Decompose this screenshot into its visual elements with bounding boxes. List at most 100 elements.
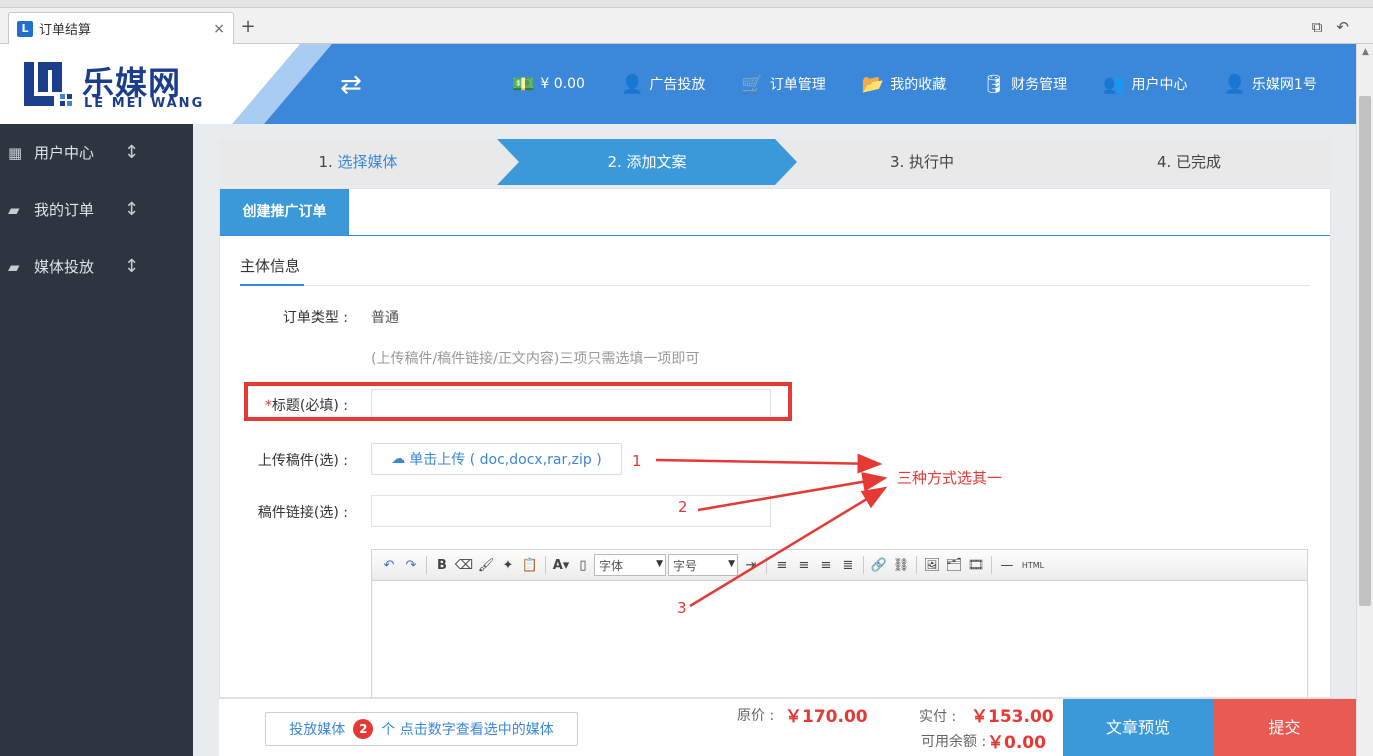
redo-icon[interactable]: ↷ — [400, 558, 422, 573]
hint-text: (上传稿件/稿件链接/正文内容)三项只需选填一项即可 — [371, 351, 700, 367]
browser-tab[interactable]: L 订单结算 × — [8, 12, 234, 44]
restore-tabs-icon[interactable]: ⧉ — [1312, 18, 1323, 36]
book-icon: ▰ — [8, 200, 20, 219]
format-brush-icon[interactable]: 🖌 — [475, 558, 497, 573]
actual-price-value: ￥153.00 — [971, 707, 1054, 727]
align-right-icon[interactable]: ≡ — [815, 558, 837, 573]
upload-button[interactable]: ☁ 单击上传 ( doc,docx,rar,zip ) — [371, 443, 622, 475]
video-icon[interactable]: 🎞 — [965, 558, 987, 573]
panel-tabbar: 创建推广订单 — [220, 189, 1330, 236]
paste-icon[interactable]: 📋 — [519, 558, 541, 573]
bold-icon[interactable]: B — [431, 558, 453, 573]
undo-icon[interactable]: ↶ — [378, 558, 400, 573]
multi-image-icon[interactable]: 🗂 — [943, 558, 965, 573]
nav-balance[interactable]: 💵 ¥ 0.00 — [512, 74, 585, 95]
nav-account[interactable]: 👤 乐媒网1号 — [1224, 74, 1317, 95]
chevron-down-icon: ▼ — [656, 559, 663, 569]
tab-create-order[interactable]: 创建推广订单 — [220, 189, 349, 235]
sidebar-item-my-orders[interactable]: ▰ 我的订单 ↕ — [0, 181, 193, 238]
align-justify-icon[interactable]: ≣ — [837, 558, 859, 573]
nav-finance[interactable]: 🛢 财务管理 — [982, 74, 1067, 95]
font-family-select[interactable]: 字体 ▼ — [594, 554, 666, 576]
font-color-icon[interactable]: A▾ — [550, 558, 572, 573]
step-executing: 3. 执行中 — [889, 153, 955, 171]
toolbar-divider — [426, 556, 427, 574]
original-price-value: ￥170.00 — [785, 707, 868, 727]
browser-controls: ⧉ ↶ — [1312, 18, 1349, 36]
link-icon[interactable]: 🔗 — [868, 558, 890, 573]
new-tab-button[interactable]: + — [238, 16, 258, 40]
link-label: 稿件链接(选) : — [257, 505, 348, 521]
expand-arrows-icon[interactable]: ↕ — [124, 199, 139, 220]
page-scrollbar[interactable]: ▲ — [1356, 44, 1373, 756]
toolbar-divider — [545, 556, 546, 574]
preview-button[interactable]: 文章预览 — [1063, 699, 1213, 756]
magic-wand-icon[interactable]: ✦ — [497, 558, 519, 573]
user-icon: 👤 — [620, 73, 644, 95]
link-input[interactable] — [371, 495, 771, 527]
undo-icon[interactable]: ↶ — [1336, 18, 1349, 36]
sidebar-item-media-placement[interactable]: ▰ 媒体投放 ↕ — [0, 238, 193, 295]
nav-user-center[interactable]: 👥 用户中心 — [1103, 74, 1187, 95]
size-select-value: 字号 — [673, 558, 698, 573]
nav-label: 乐媒网1号 — [1251, 77, 1317, 93]
scroll-up-icon[interactable]: ▲ — [1357, 44, 1373, 61]
top-nav: 💵 ¥ 0.00 👤 广告投放 🛒 订单管理 📂 我的收藏 🛢 财务管理 👥 用户中心 👤 乐… — [512, 44, 1317, 124]
new-doc-icon[interactable]: ▯ — [572, 558, 594, 573]
scroll-thumb[interactable] — [1359, 96, 1371, 606]
book-icon: ▰ — [8, 257, 20, 276]
order-type-label: 订单类型 : — [282, 310, 348, 326]
unlink-icon[interactable]: ⛓ — [890, 558, 912, 573]
swap-icon[interactable]: ⇄ — [340, 72, 362, 98]
logo-text-en: LE MEI WANG — [84, 96, 205, 111]
order-footer: 投放媒体 2 个 点击数字查看选中的媒体 原价 : ￥170.00 实付 : ￥… — [219, 698, 1356, 756]
expand-arrows-icon[interactable]: ↕ — [124, 142, 139, 163]
nav-label: ¥ 0.00 — [540, 76, 585, 92]
close-icon[interactable]: × — [213, 21, 225, 37]
nav-ad-placement[interactable]: 👤 广告投放 — [621, 74, 705, 95]
favicon-icon: L — [17, 20, 33, 37]
nav-label: 订单管理 — [769, 77, 826, 93]
media-count-badge[interactable]: 2 — [353, 719, 374, 739]
font-size-select[interactable]: 字号 ▼ — [668, 554, 738, 576]
sidebar-item-user-center[interactable]: ▦ 用户中心 ↕ — [0, 124, 193, 181]
indent-icon[interactable]: ⇥ — [740, 558, 762, 573]
rich-text-editor[interactable]: ↶ ↷ B ⌫ 🖌 ✦ 📋 A▾ ▯ 字体 ▼ 字号 ▼ ⇥ ≡ ≡ ≡ ≣ 🔗 ⛓… — [371, 549, 1308, 699]
annotation-number-2: 2 — [678, 498, 688, 516]
expand-arrows-icon[interactable]: ↕ — [124, 256, 139, 277]
actual-price-label: 实付 : — [919, 709, 957, 725]
database-icon: 🛢 — [982, 73, 1006, 95]
progress-steps: 1. 选择媒体 2. 添加文案 3. 执行中 4. 已完成 — [219, 139, 1331, 185]
annotation-number-1: 1 — [632, 452, 642, 470]
nav-favorites[interactable]: 📂 我的收藏 — [862, 74, 946, 95]
toolbar-divider — [863, 556, 864, 574]
section-divider — [240, 285, 1310, 286]
upload-label: 上传稿件(选) : — [257, 453, 348, 469]
toolbar-divider — [766, 556, 767, 574]
annotation-number-3: 3 — [677, 599, 687, 617]
align-left-icon[interactable]: ≡ — [771, 558, 793, 573]
order-type-value: 普通 — [371, 310, 399, 326]
submit-button[interactable]: 提交 — [1213, 699, 1356, 756]
nav-order-management[interactable]: 🛒 订单管理 — [741, 74, 825, 95]
step-number: 1. — [318, 153, 338, 171]
image-icon[interactable]: 🖼 — [921, 558, 943, 573]
eraser-icon[interactable]: ⌫ — [453, 558, 475, 573]
html-source-icon[interactable]: HTML — [1018, 561, 1048, 570]
step-select-media[interactable]: 1. 选择媒体 — [219, 139, 497, 185]
section-title: 主体信息 — [240, 257, 301, 275]
annotation-highlight-box — [244, 382, 792, 421]
step-link[interactable]: 选择媒体 — [338, 153, 398, 171]
selected-media-button[interactable]: 投放媒体 2 个 点击数字查看选中的媒体 — [265, 712, 578, 746]
money-icon: 💵 — [512, 73, 535, 95]
align-center-icon[interactable]: ≡ — [793, 558, 815, 573]
horizontal-rule-icon[interactable]: — — [996, 558, 1018, 573]
order-form-panel: 创建推广订单 主体信息 订单类型 : 普通 (上传稿件/稿件链接/正文内容)三项… — [219, 188, 1331, 699]
folder-icon: 📂 — [861, 73, 885, 95]
original-price-label: 原价 : — [737, 708, 775, 724]
editor-toolbar: ↶ ↷ B ⌫ 🖌 ✦ 📋 A▾ ▯ 字体 ▼ 字号 ▼ ⇥ ≡ ≡ ≡ ≣ 🔗 ⛓… — [372, 550, 1307, 581]
sidebar-item-label: 媒体投放 — [34, 258, 95, 276]
sidebar: ▦ 用户中心 ↕ ▰ 我的订单 ↕ ▰ 媒体投放 ↕ — [0, 124, 193, 756]
step-add-copy: 2. 添加文案 — [607, 153, 687, 171]
building-icon: ▦ — [8, 143, 23, 162]
